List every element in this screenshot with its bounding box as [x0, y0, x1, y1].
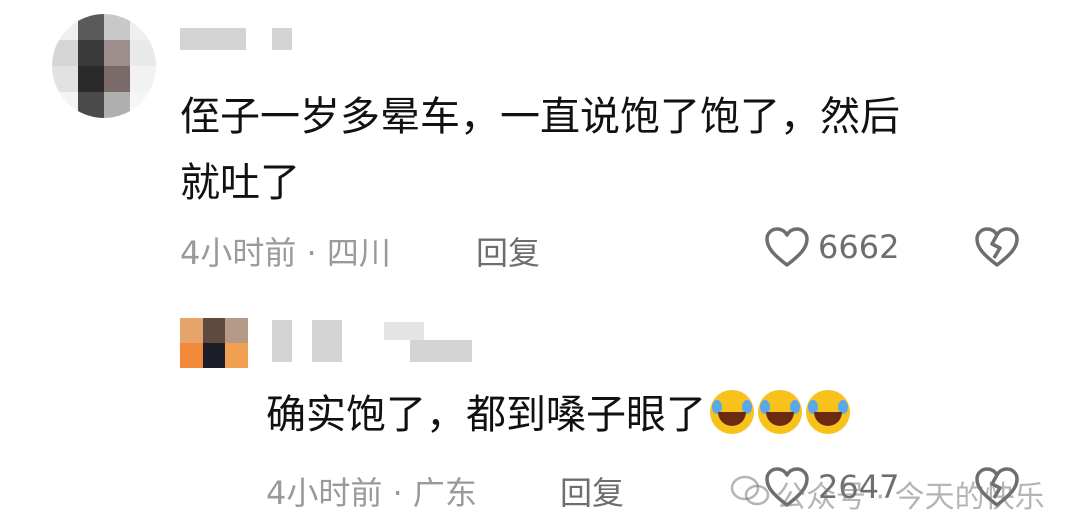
username-blurred[interactable] [180, 28, 246, 50]
broken-heart-icon [975, 227, 1019, 267]
username-blurred-part [272, 28, 292, 50]
username-blurred[interactable] [272, 320, 292, 362]
reply-button[interactable]: 回复 [476, 228, 540, 274]
comment-text-line: 就吐了 [180, 160, 300, 206]
username-blurred-part [312, 320, 342, 362]
like-button[interactable] [764, 226, 810, 268]
comment-text: 侄子一岁多晕车，一直说饱了饱了，然后 就吐了 [180, 84, 1040, 216]
wechat-icon [730, 474, 770, 508]
avatar[interactable] [52, 14, 156, 118]
username-blurred-part [410, 340, 472, 362]
heart-outline-icon [765, 227, 809, 267]
laughing-crying-emoji-icon [758, 390, 802, 434]
watermark-text: 公众号 · 今天的快乐 [776, 480, 1045, 515]
comment-text-line: 确实饱了，都到嗓子眼了 [266, 392, 706, 438]
username-blurred-part [384, 322, 424, 340]
laughing-crying-emoji-icon [710, 390, 754, 434]
dislike-button[interactable] [974, 226, 1020, 268]
reply-comment-text: 确实饱了，都到嗓子眼了 [266, 382, 1046, 448]
comment-meta: 4小时前 · 广东 [266, 474, 477, 512]
comment-meta: 4小时前 · 四川 [180, 234, 391, 272]
avatar[interactable] [180, 318, 248, 368]
reply-button[interactable]: 回复 [560, 468, 624, 514]
laughing-crying-emoji-icon [806, 390, 850, 434]
comment-text-line: 侄子一岁多晕车，一直说饱了饱了，然后 [180, 94, 900, 140]
like-count: 6662 [818, 228, 900, 266]
